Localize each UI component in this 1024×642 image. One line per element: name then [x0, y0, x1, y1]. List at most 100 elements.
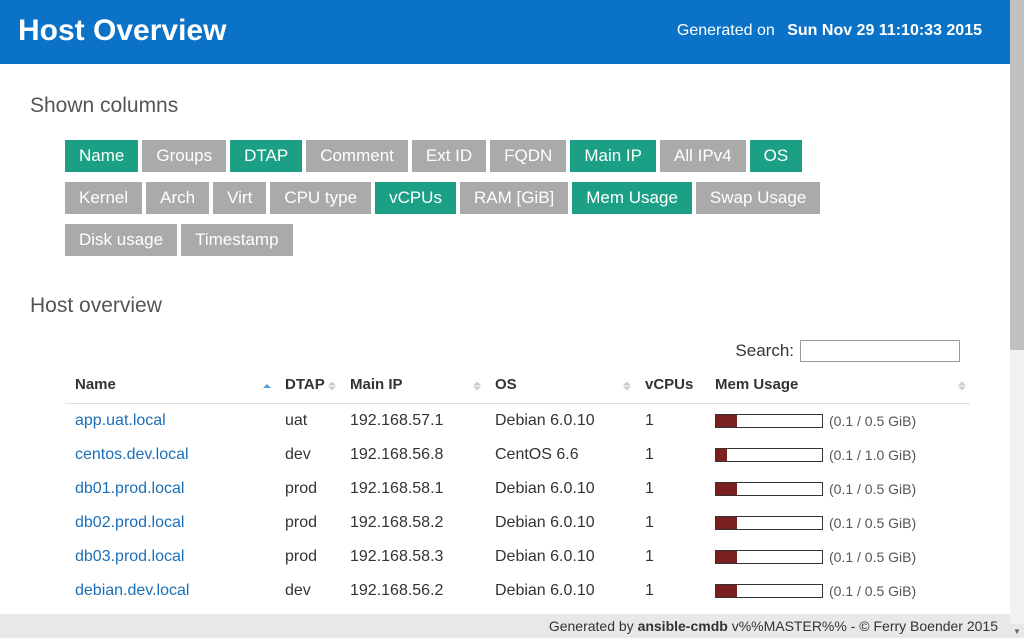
generated-date: Sun Nov 29 11:10:33 2015	[787, 22, 982, 39]
cell-dtap: dev	[275, 574, 340, 608]
cell-os: CentOS 6.6	[485, 438, 635, 472]
footer-suffix: v%%MASTER%% - © Ferry Boender 2015	[728, 618, 998, 634]
column-toggle-mem-usage[interactable]: Mem Usage	[572, 182, 692, 214]
table-header-row: Name DTAP Main IP OS vCPUs	[65, 368, 970, 404]
cell-mem: (0.1 / 0.5 GiB)	[705, 506, 970, 540]
col-header-os[interactable]: OS	[485, 368, 635, 404]
page-title: Host Overview	[18, 14, 226, 48]
col-header-mem-label: Mem Usage	[715, 376, 798, 393]
mem-bar	[715, 550, 823, 564]
cell-vcpus: 1	[635, 472, 705, 506]
host-link[interactable]: db01.prod.local	[75, 480, 184, 497]
column-toggle-main-ip[interactable]: Main IP	[570, 140, 656, 172]
mem-text: (0.1 / 1.0 GiB)	[829, 447, 916, 463]
cell-mainip: 192.168.58.2	[340, 506, 485, 540]
host-link[interactable]: app.uat.local	[75, 412, 166, 429]
table-row: db03.prod.local prod192.168.58.3Debian 6.…	[65, 540, 970, 574]
column-toggle-name[interactable]: Name	[65, 140, 138, 172]
footer: Generated by ansible-cmdb v%%MASTER%% - …	[0, 614, 1010, 638]
cell-os: Debian 6.0.10	[485, 574, 635, 608]
cell-dtap: uat	[275, 404, 340, 439]
cell-mem: (0.1 / 0.5 GiB)	[705, 540, 970, 574]
column-toggle-cpu-type[interactable]: CPU type	[270, 182, 371, 214]
cell-vcpus: 1	[635, 574, 705, 608]
host-link[interactable]: centos.dev.local	[75, 446, 189, 463]
search-row: Search:	[30, 340, 970, 362]
search-label: Search:	[735, 341, 794, 361]
col-header-os-label: OS	[495, 376, 517, 393]
cell-os: Debian 6.0.10	[485, 540, 635, 574]
column-toggle-groups[interactable]: Groups	[142, 140, 226, 172]
cell-vcpus: 1	[635, 404, 705, 439]
host-link[interactable]: debian.dev.local	[75, 582, 189, 599]
scrollbar-thumb[interactable]	[1010, 0, 1024, 350]
column-toggle-arch[interactable]: Arch	[146, 182, 209, 214]
column-toggle-vcpus[interactable]: vCPUs	[375, 182, 456, 214]
column-toggle-virt[interactable]: Virt	[213, 182, 266, 214]
cell-vcpus: 1	[635, 506, 705, 540]
col-header-mainip-label: Main IP	[350, 376, 403, 393]
cell-mem: (0.1 / 1.0 GiB)	[705, 438, 970, 472]
mem-bar	[715, 414, 823, 428]
col-header-mem[interactable]: Mem Usage	[705, 368, 970, 404]
cell-mainip: 192.168.56.8	[340, 438, 485, 472]
column-toggle-ext-id[interactable]: Ext ID	[412, 140, 486, 172]
sort-desc-icon	[328, 386, 336, 390]
generated-info: Generated on Sun Nov 29 11:10:33 2015	[677, 22, 982, 40]
cell-mainip: 192.168.57.1	[340, 404, 485, 439]
column-toggle-disk-usage[interactable]: Disk usage	[65, 224, 177, 256]
host-link[interactable]: db03.prod.local	[75, 548, 184, 565]
col-header-mainip[interactable]: Main IP	[340, 368, 485, 404]
column-toggles: NameGroupsDTAPCommentExt IDFQDNMain IPAl…	[30, 140, 970, 266]
mem-text: (0.1 / 0.5 GiB)	[829, 583, 916, 599]
cell-dtap: prod	[275, 540, 340, 574]
column-toggle-all-ipv4[interactable]: All IPv4	[660, 140, 746, 172]
cell-dtap: dev	[275, 438, 340, 472]
footer-prefix: Generated by	[549, 618, 638, 634]
mem-bar-fill	[716, 517, 737, 529]
column-toggle-comment[interactable]: Comment	[306, 140, 408, 172]
host-overview-title: Host overview	[30, 294, 970, 318]
sort-asc-icon	[958, 381, 966, 385]
mem-text: (0.1 / 0.5 GiB)	[829, 413, 916, 429]
column-toggle-fqdn[interactable]: FQDN	[490, 140, 566, 172]
column-toggle-dtap[interactable]: DTAP	[230, 140, 302, 172]
cell-dtap: prod	[275, 506, 340, 540]
cell-os: Debian 6.0.10	[485, 404, 635, 439]
search-input[interactable]	[800, 340, 960, 362]
cell-dtap: prod	[275, 472, 340, 506]
column-toggle-kernel[interactable]: Kernel	[65, 182, 142, 214]
column-toggle-ram-gib-[interactable]: RAM [GiB]	[460, 182, 568, 214]
host-table: Name DTAP Main IP OS vCPUs	[65, 368, 970, 642]
mem-bar	[715, 448, 823, 462]
col-header-dtap[interactable]: DTAP	[275, 368, 340, 404]
column-toggle-swap-usage[interactable]: Swap Usage	[696, 182, 820, 214]
sort-asc-icon	[328, 381, 336, 385]
cell-mem: (0.1 / 0.5 GiB)	[705, 472, 970, 506]
mem-bar-fill	[716, 551, 737, 563]
sort-desc-icon	[958, 386, 966, 390]
table-row: db02.prod.localprod192.168.58.2Debian 6.…	[65, 506, 970, 540]
column-toggle-os[interactable]: OS	[750, 140, 803, 172]
generated-label: Generated on	[677, 22, 775, 39]
sort-desc-icon	[623, 386, 631, 390]
mem-bar	[715, 516, 823, 530]
col-header-vcpus[interactable]: vCPUs	[635, 368, 705, 404]
cell-mainip: 192.168.58.3	[340, 540, 485, 574]
mem-bar	[715, 584, 823, 598]
table-row: db01.prod.localprod192.168.58.1Debian 6.…	[65, 472, 970, 506]
scrollbar-down-icon[interactable]: ▼	[1010, 624, 1024, 638]
col-header-dtap-label: DTAP	[285, 376, 325, 393]
table-row: centos.dev.local dev192.168.56.8CentOS 6.…	[65, 438, 970, 472]
cell-mainip: 192.168.56.2	[340, 574, 485, 608]
sort-desc-icon	[473, 386, 481, 390]
col-header-name[interactable]: Name	[65, 368, 275, 404]
mem-bar-fill	[716, 483, 737, 495]
cell-mainip: 192.168.58.1	[340, 472, 485, 506]
mem-text: (0.1 / 0.5 GiB)	[829, 481, 916, 497]
page-header: Host Overview Generated on Sun Nov 29 11…	[0, 0, 1010, 64]
column-toggle-timestamp[interactable]: Timestamp	[181, 224, 292, 256]
shown-columns-title: Shown columns	[30, 94, 970, 118]
scrollbar[interactable]: ▼	[1010, 0, 1024, 638]
host-link[interactable]: db02.prod.local	[75, 514, 184, 531]
